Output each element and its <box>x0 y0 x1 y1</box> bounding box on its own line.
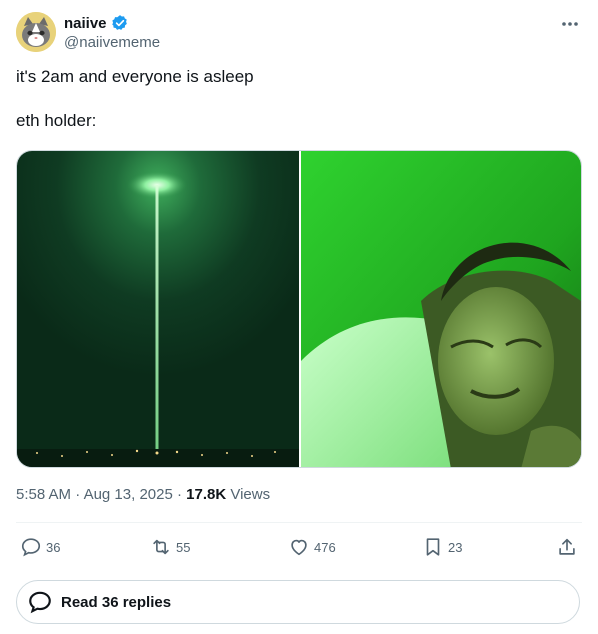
man-in-bed-image <box>301 151 581 467</box>
media-grid <box>16 150 582 468</box>
tweet-time[interactable]: 5:58 AM <box>16 486 71 503</box>
bookmark-count: 23 <box>448 539 463 555</box>
tweet-text-line-1: it's 2am and everyone is asleep <box>16 67 254 86</box>
tweet-text: it's 2am and everyone is asleep eth hold… <box>16 66 582 132</box>
reply-count: 36 <box>46 539 61 555</box>
reply-icon <box>21 538 41 557</box>
meta-separator: · <box>172 486 187 503</box>
share-button[interactable] <box>556 536 578 558</box>
media-image-laser[interactable] <box>17 151 299 467</box>
like-count: 476 <box>314 539 336 555</box>
repost-count: 55 <box>176 539 191 555</box>
reply-button[interactable]: 36 <box>20 536 60 558</box>
meta-separator: · <box>71 486 84 503</box>
heart-icon <box>291 539 307 556</box>
laser-beam-image <box>17 151 299 467</box>
tweet-date[interactable]: Aug 13, 2025 <box>84 486 173 503</box>
chat-bubble-icon <box>29 591 51 614</box>
more-dots-icon <box>562 22 578 26</box>
media-image-man[interactable] <box>301 151 581 467</box>
divider-top <box>16 522 582 523</box>
tweet-text-line-2: eth holder: <box>16 111 97 130</box>
tweet-meta: 5:58 AM · Aug 13, 2025 · 17.8K Views <box>16 486 270 503</box>
views-label: Views <box>226 486 271 503</box>
avatar[interactable] <box>16 12 56 52</box>
views-count: 17.8K <box>186 486 227 503</box>
bookmark-icon <box>426 538 440 556</box>
cat-face-icon <box>16 12 56 52</box>
read-replies-label: Read 36 replies <box>61 593 172 611</box>
more-options-button[interactable] <box>558 12 582 36</box>
like-button[interactable]: 476 <box>288 536 336 558</box>
author-name[interactable]: naiive <box>64 15 107 32</box>
author-name-row: naiive <box>64 14 129 32</box>
tweet-header: naiive @naiivememe <box>16 12 582 56</box>
action-bar: 36 55 476 23 <box>16 530 582 566</box>
repost-button[interactable]: 55 <box>150 536 190 558</box>
read-replies-button[interactable]: Read 36 replies <box>16 580 580 624</box>
verified-badge-icon <box>111 15 127 30</box>
share-icon <box>559 538 575 555</box>
bookmark-button[interactable]: 23 <box>422 536 462 558</box>
repost-icon <box>153 539 169 555</box>
author-handle[interactable]: @naiivememe <box>64 34 160 51</box>
